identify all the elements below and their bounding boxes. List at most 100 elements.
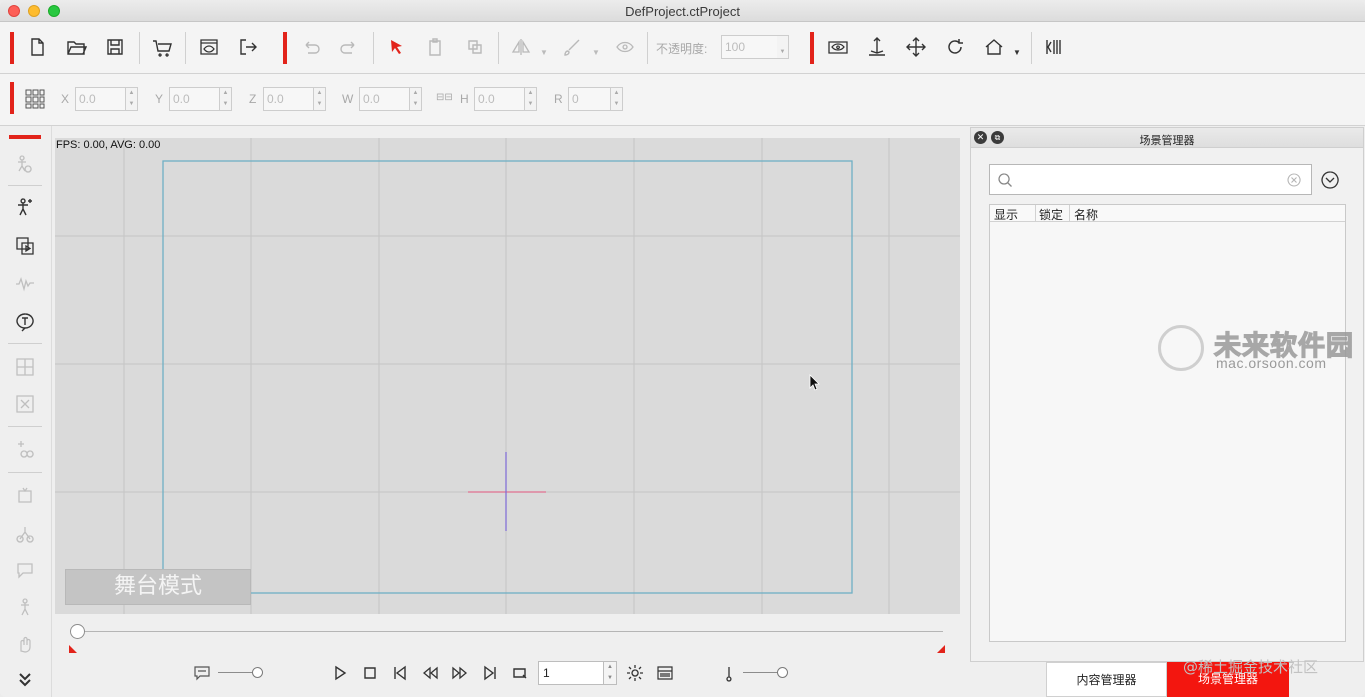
fast-forward-button[interactable] <box>449 662 471 684</box>
rewind-button[interactable] <box>419 662 441 684</box>
grid-tool-button[interactable] <box>12 354 38 380</box>
brush-dropdown-icon[interactable]: ▼ <box>592 48 600 57</box>
community-watermark: @稀土掘金技术社区 <box>1183 658 1319 676</box>
figure-tool-button[interactable] <box>12 194 38 220</box>
column-lock[interactable]: 锁定 <box>1039 206 1063 223</box>
column-show[interactable]: 显示 <box>994 206 1018 223</box>
bike-tool-button[interactable] <box>12 519 38 545</box>
h-field[interactable]: 0.0 <box>474 87 525 111</box>
anchor-button[interactable] <box>864 34 890 60</box>
stop-button[interactable] <box>359 662 381 684</box>
w-stepper[interactable]: ▲ ▼ <box>410 87 422 111</box>
select-tool-button[interactable] <box>384 34 410 60</box>
shop-button[interactable] <box>149 34 175 60</box>
z-stepper[interactable]: ▲ ▼ <box>314 87 326 111</box>
rotate-button[interactable] <box>942 34 968 60</box>
z-field[interactable]: 0.0 <box>263 87 314 111</box>
hand-tool-button[interactable] <box>12 631 38 657</box>
settings-button[interactable] <box>624 662 646 684</box>
tab-content-manager[interactable]: 内容管理器 <box>1046 662 1167 697</box>
r-field[interactable]: 0 <box>568 87 611 111</box>
stage-mode-button[interactable]: 舞台模式 <box>65 569 251 605</box>
flip-dropdown-icon[interactable]: ▼ <box>540 48 548 57</box>
redo-button[interactable] <box>336 34 362 60</box>
timeline-playhead[interactable] <box>70 624 85 639</box>
undo-icon <box>305 41 320 54</box>
rotate-icon <box>948 39 963 54</box>
scene-manager-panel: ✕ ⧉ 场景管理器 显示 锁定 名称 <box>970 127 1364 662</box>
media-tool-button[interactable] <box>12 233 38 259</box>
toolbar-separator <box>373 32 374 64</box>
subtitle-button[interactable] <box>191 662 213 684</box>
preview-button[interactable] <box>196 34 222 60</box>
stage-grid <box>55 138 960 614</box>
timeline-track[interactable] <box>77 631 943 632</box>
move-button[interactable] <box>903 34 929 60</box>
pointer-arrow-icon <box>391 40 402 54</box>
effect-tool-button[interactable] <box>12 482 38 508</box>
brand-watermark: 未来软件园 mac.orsoon.com <box>1158 322 1358 377</box>
caption-button[interactable] <box>654 662 676 684</box>
open-folder-icon <box>67 41 87 55</box>
new-file-button[interactable] <box>24 34 50 60</box>
x-field[interactable]: 0.0 <box>75 87 126 111</box>
timeline-start-marker[interactable] <box>69 645 77 653</box>
scene-object-list[interactable]: 显示 锁定 名称 <box>989 204 1346 642</box>
x-stepper[interactable]: ▲ ▼ <box>126 87 138 111</box>
loop-button[interactable] <box>509 662 531 684</box>
r-stepper[interactable]: ▲ ▼ <box>611 87 623 111</box>
main-toolbar: ▼ ▼ 不透明度: 100 ▼ ▼ <box>0 22 1365 74</box>
undo-button[interactable] <box>298 34 324 60</box>
brush-button[interactable] <box>560 34 586 60</box>
home-button[interactable] <box>981 34 1007 60</box>
column-name[interactable]: 名称 <box>1074 206 1098 223</box>
align-button[interactable] <box>1041 34 1067 60</box>
fast-forward-icon <box>452 666 468 680</box>
export-button[interactable] <box>235 34 261 60</box>
character-tool-button[interactable] <box>12 150 38 176</box>
subtitle-slider-knob[interactable] <box>252 667 263 678</box>
grid-button[interactable] <box>22 86 48 112</box>
eye-icon <box>616 41 634 53</box>
paste-button[interactable] <box>422 34 448 60</box>
pose-tool-button[interactable] <box>12 594 38 620</box>
toolbar-separator <box>647 32 648 64</box>
bubble-tool-button[interactable] <box>12 557 38 583</box>
visibility-button[interactable] <box>612 34 638 60</box>
y-field[interactable]: 0.0 <box>169 87 220 111</box>
go-start-button[interactable] <box>389 662 411 684</box>
new-file-icon <box>31 38 44 56</box>
w-field[interactable]: 0.0 <box>359 87 410 111</box>
flip-button[interactable] <box>508 34 534 60</box>
opacity-field[interactable]: 100 <box>721 35 778 59</box>
flip-icon <box>511 39 531 55</box>
w-label: W <box>342 92 354 106</box>
timeline-end-marker[interactable] <box>937 645 945 653</box>
link-aspect-icon[interactable]: ⊟⊟ <box>436 92 453 103</box>
expand-strip-button[interactable] <box>12 667 38 693</box>
frame-number-field[interactable]: 1 <box>538 661 604 685</box>
go-end-button[interactable] <box>479 662 501 684</box>
y-stepper[interactable]: ▲ ▼ <box>220 87 232 111</box>
camera-view-button[interactable] <box>825 34 851 60</box>
opacity-dropdown-button[interactable]: ▼ <box>777 35 789 59</box>
open-folder-button[interactable] <box>63 34 89 60</box>
scene-search-input[interactable] <box>989 164 1312 195</box>
h-stepper[interactable]: ▲ ▼ <box>525 87 537 111</box>
panel-options-chevron-icon[interactable] <box>1320 170 1340 190</box>
volume-slider-knob[interactable] <box>777 667 788 678</box>
frame-stepper[interactable]: ▲ ▼ <box>603 661 617 685</box>
audio-tool-button[interactable] <box>12 271 38 297</box>
music-button[interactable] <box>716 662 738 684</box>
clear-search-icon[interactable] <box>1286 172 1302 188</box>
stage-canvas[interactable] <box>55 138 960 614</box>
toolbar-grip <box>10 32 14 64</box>
double-chevron-down-icon <box>19 673 31 687</box>
text-tool-button[interactable] <box>12 309 38 335</box>
home-dropdown-icon[interactable]: ▼ <box>1013 48 1021 57</box>
save-button[interactable] <box>102 34 128 60</box>
path-tool-button[interactable] <box>12 436 38 462</box>
frame-tool-button[interactable] <box>12 391 38 417</box>
play-button[interactable] <box>329 662 351 684</box>
copy-style-button[interactable] <box>462 34 488 60</box>
